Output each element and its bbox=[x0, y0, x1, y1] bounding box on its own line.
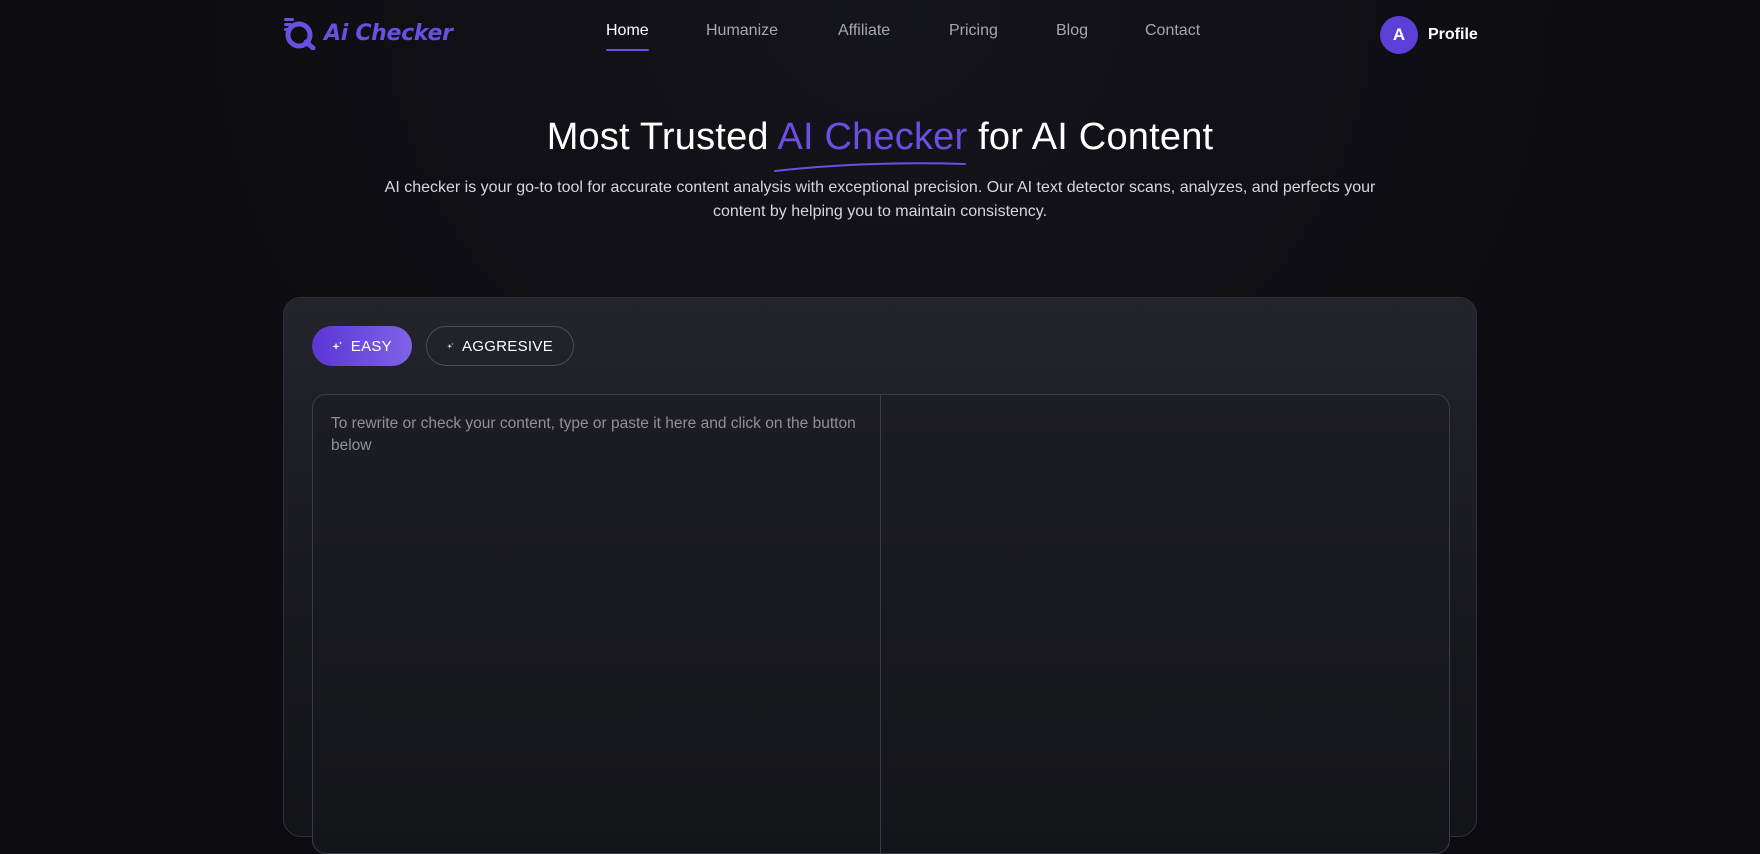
output-pane[interactable] bbox=[881, 395, 1449, 853]
nav-home[interactable]: Home bbox=[606, 22, 649, 51]
page-title: Most Trusted AI Checker for AI Content bbox=[0, 116, 1760, 159]
page-subtitle: AI checker is your go-to tool for accura… bbox=[384, 179, 1376, 220]
sparkle-icon bbox=[447, 342, 454, 349]
mode-easy-label: EASY bbox=[350, 337, 392, 355]
title-lead: Most Trusted bbox=[546, 116, 778, 158]
profile-label: Profile bbox=[1428, 26, 1478, 43]
sparkle-icon bbox=[332, 341, 343, 351]
avatar: A bbox=[1380, 16, 1418, 54]
content-input[interactable] bbox=[331, 413, 862, 835]
top-navbar: Ai Checker Home Humanize Affiliate Prici… bbox=[0, 0, 1760, 72]
nav-affiliate[interactable]: Affiliate bbox=[838, 22, 890, 40]
mode-aggressive-label: AGGRESIVE bbox=[461, 337, 553, 355]
main-nav: Home Humanize Affiliate Pricing Blog Con… bbox=[0, 22, 1760, 52]
nav-humanize[interactable]: Humanize bbox=[706, 22, 778, 40]
nav-blog[interactable]: Blog bbox=[1056, 22, 1088, 40]
profile-menu[interactable]: A Profile bbox=[1380, 16, 1478, 54]
editor-panel bbox=[312, 394, 1450, 854]
title-tail: for AI Content bbox=[967, 116, 1214, 158]
mode-aggressive-button[interactable]: AGGRESIVE bbox=[426, 326, 574, 366]
mode-easy-button[interactable]: EASY bbox=[312, 326, 412, 366]
title-underline-swoosh bbox=[774, 162, 966, 172]
checker-card: EASY AGGRESIVE bbox=[283, 297, 1477, 854]
nav-pricing[interactable]: Pricing bbox=[949, 22, 998, 40]
title-accent: AI Checker bbox=[777, 116, 968, 158]
input-pane bbox=[313, 395, 881, 853]
nav-contact[interactable]: Contact bbox=[1145, 22, 1200, 40]
